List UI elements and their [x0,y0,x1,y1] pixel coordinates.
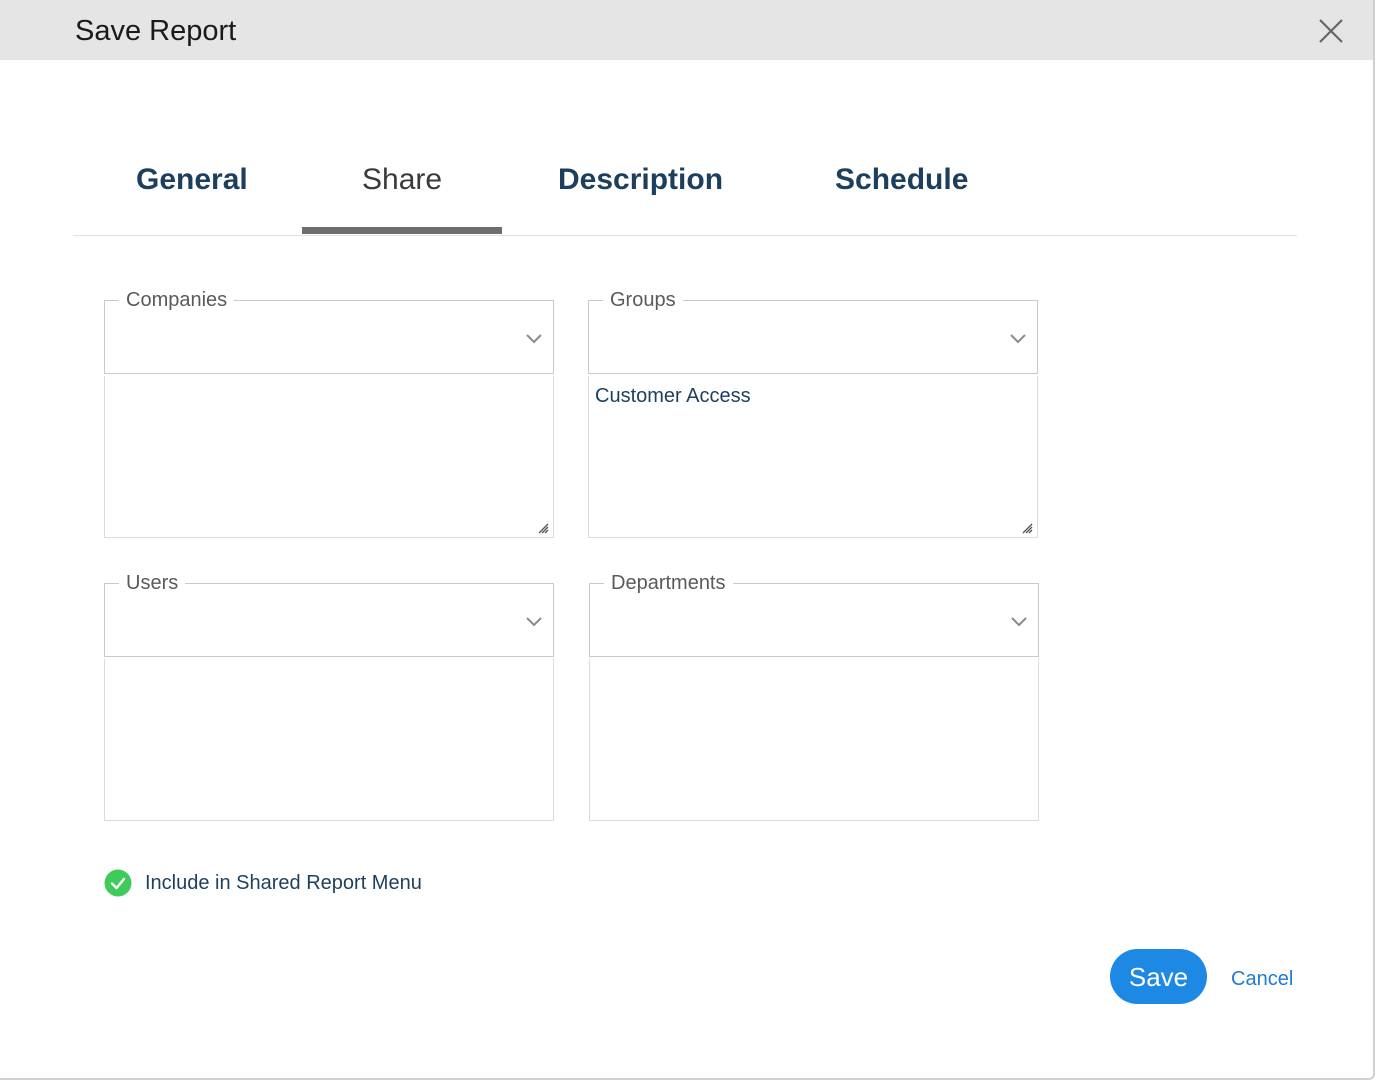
close-button[interactable] [1313,13,1349,49]
active-tab-indicator [302,227,502,234]
users-select[interactable]: Users [104,571,554,657]
tab-description[interactable]: Description [558,160,723,200]
groups-list[interactable]: Customer Access [588,376,1038,538]
check-circle-icon[interactable] [104,869,132,897]
tab-schedule[interactable]: Schedule [835,160,968,200]
users-label: Users [119,571,186,595]
include-shared-menu-label: Include in Shared Report Menu [145,872,422,894]
save-report-dialog: Save Report General Share Description Sc… [0,0,1375,1080]
chevron-down-icon [526,334,542,344]
departments-label: Departments [604,571,733,595]
tab-share[interactable]: Share [362,160,442,200]
chevron-down-icon [526,617,542,627]
companies-list[interactable] [104,376,554,538]
tab-bar: General Share Description Schedule [73,150,1297,236]
resize-grip-icon[interactable] [1021,522,1033,534]
groups-select[interactable]: Groups [588,288,1038,374]
resize-grip-icon[interactable] [537,522,549,534]
tab-general[interactable]: General [136,160,248,200]
close-icon [1319,19,1343,43]
dialog-title-bar: Save Report [0,0,1373,60]
list-item[interactable]: Customer Access [595,384,751,408]
departments-list[interactable] [589,659,1039,821]
companies-select[interactable]: Companies [104,288,554,374]
companies-label: Companies [119,288,235,312]
dialog-title: Save Report [75,15,237,47]
groups-label: Groups [603,288,683,312]
cancel-link[interactable]: Cancel [1231,967,1293,991]
users-list[interactable] [104,659,554,821]
departments-select[interactable]: Departments [589,571,1039,657]
chevron-down-icon [1010,334,1026,344]
save-button[interactable]: Save [1110,949,1207,1004]
chevron-down-icon [1011,617,1027,627]
